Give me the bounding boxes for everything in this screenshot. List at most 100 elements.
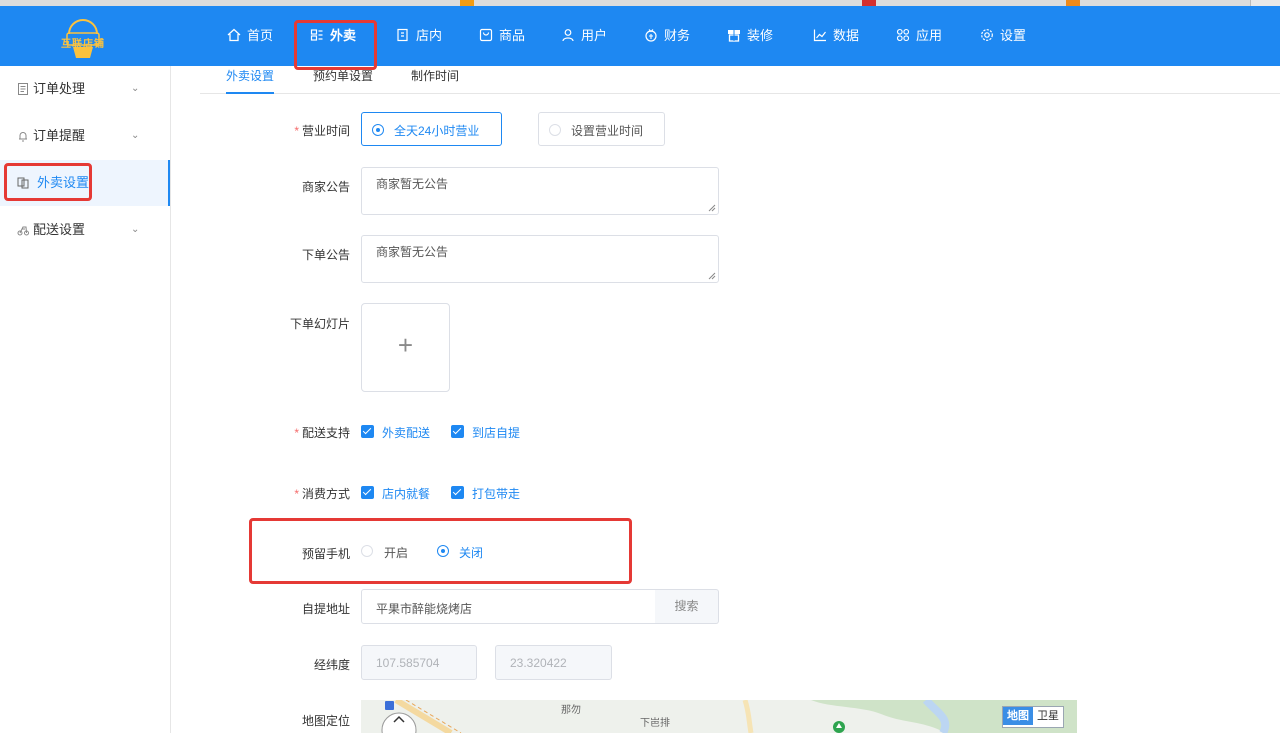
pickup-checkbox-checked[interactable] bbox=[451, 425, 464, 438]
tab-reservation-settings[interactable]: 预约单设置 bbox=[313, 66, 373, 92]
nav-label: 外卖 bbox=[330, 28, 357, 43]
chevron-down-icon: ⌄ bbox=[131, 130, 140, 141]
map-place-label: 下岜排 bbox=[640, 718, 670, 729]
settings-tabs: 外卖设置 预约单设置 制作时间 bbox=[200, 66, 1280, 94]
chevron-down-icon: ⌄ bbox=[131, 224, 140, 235]
goods-icon bbox=[479, 28, 493, 42]
sidebar-item-label: 订单提醒 bbox=[33, 128, 86, 143]
required-mark: * bbox=[294, 487, 299, 501]
option-label: 全天24小时营业 bbox=[394, 124, 480, 138]
nav-label: 数据 bbox=[833, 28, 860, 43]
nav-item-settings[interactable]: 设置 bbox=[980, 6, 1026, 66]
order-notice-textarea[interactable]: 商家暂无公告 bbox=[361, 235, 719, 283]
delivery-checkbox-checked[interactable] bbox=[361, 425, 374, 438]
takeout-settings-icon bbox=[17, 177, 29, 189]
takeout-icon bbox=[310, 29, 323, 41]
longitude-input: 107.585704 bbox=[361, 645, 477, 680]
logo-text: 互联店铺 bbox=[61, 39, 105, 50]
map-pan-control-icon[interactable] bbox=[381, 708, 417, 733]
tab-production-time[interactable]: 制作时间 bbox=[411, 66, 459, 92]
pickup-address-label: 自提地址 bbox=[301, 602, 350, 616]
nav-item-goods[interactable]: 商品 bbox=[479, 6, 525, 66]
delivery-option-label[interactable]: 外卖配送 bbox=[382, 424, 430, 441]
business-hours-24h-option[interactable]: 全天24小时营业 bbox=[361, 112, 502, 146]
store-inside-icon bbox=[397, 28, 408, 42]
sidebar-item-delivery-settings[interactable]: 配送设置 ⌄ bbox=[0, 207, 170, 253]
nav-label: 装修 bbox=[747, 28, 774, 43]
nav-label: 应用 bbox=[916, 28, 943, 43]
home-icon bbox=[227, 28, 241, 42]
required-mark: * bbox=[294, 124, 299, 138]
bell-icon bbox=[19, 132, 27, 142]
nav-item-user[interactable]: 用户 bbox=[561, 6, 607, 66]
sidebar-item-label: 外卖设置 bbox=[37, 175, 90, 190]
delivery-support-label: * 配送支持 bbox=[294, 426, 350, 440]
map-type-satellite-button[interactable]: 卫星 bbox=[1033, 707, 1063, 725]
consumption-label: * 消费方式 bbox=[294, 487, 350, 501]
merchant-notice-textarea[interactable]: 商家暂无公告 bbox=[361, 167, 719, 215]
reserve-phone-off-label[interactable]: 关闭 bbox=[459, 544, 483, 561]
nav-label: 首页 bbox=[247, 28, 274, 43]
nav-item-finance[interactable]: 财务 bbox=[644, 6, 690, 66]
input-value: 107.585704 bbox=[376, 656, 440, 670]
textarea-value: 商家暂无公告 bbox=[376, 245, 449, 259]
reserve-phone-on-radio[interactable] bbox=[361, 545, 373, 557]
map-view[interactable]: 那勿 下岜排 bbox=[361, 700, 1077, 733]
tab-takeout-settings[interactable]: 外卖设置 bbox=[226, 66, 275, 94]
chart-icon bbox=[813, 29, 826, 42]
dine-in-checkbox-checked[interactable] bbox=[361, 486, 374, 499]
nav-item-home[interactable]: 首页 bbox=[227, 6, 273, 66]
resize-grip-icon[interactable] bbox=[708, 272, 716, 280]
radio-checked-icon bbox=[372, 124, 384, 136]
sidebar-item-takeout-settings[interactable]: 外卖设置 bbox=[0, 160, 170, 206]
input-value: 23.320422 bbox=[510, 656, 567, 670]
sidebar-item-order-reminder[interactable]: 订单提醒 ⌄ bbox=[0, 113, 170, 159]
map-location-label: 地图定位 bbox=[301, 714, 350, 728]
reserve-phone-off-radio[interactable] bbox=[437, 545, 449, 557]
textarea-value: 商家暂无公告 bbox=[376, 177, 449, 191]
sidebar: 订单处理 ⌄ 订单提醒 ⌄ 外卖设置 配送设置 ⌄ bbox=[0, 66, 171, 733]
pickup-address-input[interactable]: 平果市醉能烧烤店 bbox=[361, 589, 656, 624]
nav-label: 用户 bbox=[581, 28, 608, 43]
takeaway-option-label[interactable]: 打包带走 bbox=[472, 485, 520, 502]
top-navigation: 互联店铺 首页 外卖 店内 商品 用户 财务 装修 数据 应用 设置 bbox=[0, 6, 1280, 66]
address-search-button[interactable]: 搜索 bbox=[655, 589, 719, 624]
nav-item-decoration[interactable]: 装修 bbox=[727, 6, 773, 66]
apps-icon bbox=[896, 28, 910, 42]
map-poi-icon bbox=[833, 721, 845, 733]
map-place-label: 那勿 bbox=[561, 705, 581, 716]
nav-item-data[interactable]: 数据 bbox=[813, 6, 859, 66]
business-hours-label: * 营业时间 bbox=[294, 124, 350, 138]
decoration-icon bbox=[728, 30, 740, 42]
radio-unchecked-icon bbox=[549, 124, 561, 136]
sidebar-item-label: 订单处理 bbox=[33, 81, 86, 96]
pickup-option-label[interactable]: 到店自提 bbox=[472, 424, 520, 441]
nav-item-store-inside[interactable]: 店内 bbox=[396, 6, 442, 66]
nav-label: 商品 bbox=[499, 28, 526, 43]
slideshow-label: 下单幻灯片 bbox=[289, 317, 350, 331]
input-value: 平果市醉能烧烤店 bbox=[376, 602, 473, 616]
user-icon bbox=[562, 29, 574, 42]
sidebar-item-order-processing[interactable]: 订单处理 ⌄ bbox=[0, 66, 170, 112]
slideshow-upload-button[interactable]: + bbox=[361, 303, 450, 392]
nav-item-takeout[interactable]: 外卖 bbox=[310, 6, 356, 66]
plus-icon: + bbox=[397, 330, 414, 360]
reserve-phone-label: 预留手机 bbox=[301, 547, 350, 561]
nav-label: 财务 bbox=[664, 28, 691, 43]
map-marker-icon bbox=[385, 701, 394, 710]
store-logo[interactable]: 互联店铺 bbox=[55, 14, 111, 60]
nav-item-apps[interactable]: 应用 bbox=[896, 6, 942, 66]
map-type-map-button[interactable]: 地图 bbox=[1003, 707, 1033, 725]
resize-grip-icon[interactable] bbox=[708, 204, 716, 212]
latitude-input: 23.320422 bbox=[495, 645, 612, 680]
map-type-toggle: 地图 卫星 bbox=[1002, 706, 1064, 728]
business-hours-custom-option[interactable]: 设置营业时间 bbox=[538, 112, 665, 146]
dine-in-option-label[interactable]: 店内就餐 bbox=[382, 485, 430, 502]
order-notice-label: 下单公告 bbox=[301, 248, 350, 262]
delivery-icon bbox=[17, 226, 29, 236]
sidebar-item-label: 配送设置 bbox=[33, 222, 86, 237]
reserve-phone-on-label[interactable]: 开启 bbox=[384, 544, 408, 561]
nav-label: 店内 bbox=[416, 28, 443, 43]
takeaway-checkbox-checked[interactable] bbox=[451, 486, 464, 499]
finance-icon bbox=[645, 29, 657, 42]
